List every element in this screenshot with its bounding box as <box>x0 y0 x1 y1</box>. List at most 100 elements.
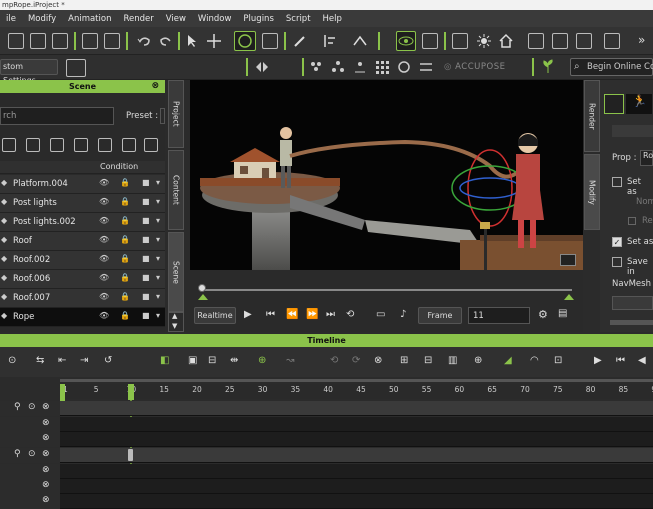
track-header[interactable]: ⚲ ⊙ ⊗ <box>0 401 60 416</box>
lock-icon[interactable]: 🔒 <box>120 178 130 188</box>
track-header[interactable]: ⊗ <box>0 417 60 432</box>
close-icon[interactable]: ⊗ <box>151 80 159 93</box>
timeline-track[interactable] <box>60 448 653 463</box>
motion-icon[interactable]: 🏃 <box>626 94 652 114</box>
row-chevron-icon[interactable]: ▾ <box>156 178 166 188</box>
tl-align-icon[interactable]: ⇆ <box>36 355 44 366</box>
box-icon[interactable]: ■ <box>142 178 152 188</box>
track-header[interactable]: ⊗ <box>0 479 60 494</box>
panel-scrollbar[interactable] <box>610 320 653 325</box>
tab-scene[interactable]: Scene <box>168 232 184 312</box>
next-frame-icon[interactable]: ⏩ <box>306 309 318 320</box>
visibility-eye-icon[interactable]: 👁 <box>99 273 109 283</box>
attach-icon[interactable] <box>422 33 438 49</box>
scene-grid-icon[interactable] <box>26 138 40 152</box>
tab-content[interactable]: Content <box>168 150 184 230</box>
set-as-checkbox[interactable] <box>612 177 622 187</box>
box-icon[interactable]: ■ <box>142 197 152 207</box>
tl-arc-icon[interactable]: ◠ <box>530 355 539 366</box>
box-icon[interactable]: ■ <box>142 216 152 226</box>
accupose-logo[interactable]: ◎ ACCUPOSE <box>444 58 524 76</box>
tl-link-icon[interactable]: ⊟ <box>208 355 216 366</box>
tl-insert-icon[interactable]: ⊞ <box>400 355 408 366</box>
frame-number-input[interactable]: 11 <box>468 307 530 324</box>
viewport-note-icon[interactable] <box>560 254 576 266</box>
time-slider-handle[interactable] <box>198 284 206 292</box>
timeline-hscroll[interactable] <box>60 379 653 382</box>
menu-animation[interactable]: Animation <box>62 14 117 24</box>
loop-icon[interactable]: ⟲ <box>346 309 354 320</box>
tab-modify[interactable]: Modify <box>584 154 600 230</box>
row-chevron-icon[interactable]: ▾ <box>156 273 166 283</box>
visibility-eye-icon[interactable]: 👁 <box>99 178 109 188</box>
row-chevron-icon[interactable]: ▾ <box>156 216 166 226</box>
import-icon[interactable] <box>30 33 46 49</box>
timeline-track[interactable] <box>60 494 653 509</box>
preset-dropdown[interactable] <box>160 108 165 124</box>
navmesh-dropdown[interactable] <box>612 296 653 310</box>
track-close-icon[interactable]: ⊗ <box>42 465 50 475</box>
tl-curve-icon[interactable]: ↝ <box>286 355 294 366</box>
menu-help[interactable]: Help <box>317 14 348 24</box>
undo-icon[interactable] <box>136 33 152 49</box>
visibility-eye-icon[interactable]: 👁 <box>99 235 109 245</box>
scene-view-icon[interactable] <box>74 138 88 152</box>
range-start-marker[interactable] <box>198 294 208 300</box>
crowd-icon[interactable] <box>308 59 324 75</box>
toolbar-overflow-icon[interactable]: » <box>638 33 645 47</box>
home-icon[interactable] <box>498 33 514 49</box>
group-icon[interactable] <box>330 59 346 75</box>
play-icon[interactable]: ▶ <box>244 309 252 320</box>
tl-eye-icon[interactable]: ⊙ <box>8 355 16 366</box>
menu-modify[interactable]: Modify <box>22 14 62 24</box>
track-close-icon[interactable]: ⊗ <box>42 480 50 490</box>
track-visibility-icon[interactable]: ⊙ <box>28 449 36 459</box>
music-note-icon[interactable]: ♪ <box>400 309 406 320</box>
lock-icon[interactable]: 🔒 <box>120 311 130 321</box>
move-icon[interactable] <box>206 33 222 49</box>
lock-icon[interactable]: 🔒 <box>120 254 130 264</box>
scene-hierarchy-icon[interactable] <box>122 138 136 152</box>
visibility-eye-icon[interactable]: 👁 <box>99 311 109 321</box>
track-header[interactable]: ⊗ <box>0 464 60 479</box>
track-header[interactable]: ⊗ <box>0 432 60 447</box>
viewport-layout-icon[interactable] <box>452 33 468 49</box>
scene-filter-icon[interactable] <box>2 138 16 152</box>
menu-render[interactable]: Render <box>117 14 159 24</box>
scene-search-input[interactable]: rch <box>0 107 114 125</box>
scene-row[interactable]: ◆ Platform.004 👁 🔒 ■ ▾ <box>0 175 165 194</box>
scene-text-icon[interactable] <box>144 138 158 152</box>
row-chevron-icon[interactable]: ▾ <box>156 292 166 302</box>
go-start-icon[interactable]: ⏮ <box>266 309 275 320</box>
menu-file[interactable]: ile <box>0 14 22 24</box>
tab-project[interactable]: Project <box>168 80 184 148</box>
timeline-track[interactable] <box>60 479 653 494</box>
usd-export-icon[interactable] <box>52 33 68 49</box>
settings-panel-icon[interactable] <box>552 33 568 49</box>
scale-icon[interactable] <box>262 33 278 49</box>
menu-plugins[interactable]: Plugins <box>237 14 279 24</box>
tl-zoom-icon[interactable]: ⊕ <box>474 355 482 366</box>
path-icon[interactable] <box>352 59 368 75</box>
row-chevron-icon[interactable]: ▾ <box>156 311 166 321</box>
cc-link-icon[interactable] <box>82 33 98 49</box>
track-bone-icon[interactable]: ⚲ <box>14 402 21 412</box>
keyframe-marker[interactable] <box>128 449 133 461</box>
track-bone-icon[interactable]: ⚲ <box>14 449 21 459</box>
scroll-down-icon[interactable]: ▼ <box>172 322 177 330</box>
lock-icon[interactable]: 🔒 <box>120 235 130 245</box>
light-icon[interactable] <box>476 33 492 49</box>
menu-window[interactable]: Window <box>192 14 238 24</box>
scene-group-icon[interactable] <box>50 138 64 152</box>
custom-settings-dropdown[interactable]: stom Settings <box>0 59 58 85</box>
tl-green-key-icon[interactable]: ◧ <box>160 355 169 366</box>
scene-list-icon[interactable] <box>98 138 112 152</box>
comment-icon[interactable]: ▭ <box>376 309 385 320</box>
tl-break-icon[interactable]: ⊗ <box>374 355 382 366</box>
tl-prev-icon[interactable]: ◀ <box>638 355 646 366</box>
tl-clip-icon[interactable]: ▣ <box>188 355 197 366</box>
track-close-icon[interactable]: ⊗ <box>42 449 50 459</box>
scroll-up-icon[interactable]: ▲ <box>172 312 177 320</box>
track-visibility-icon[interactable]: ⊙ <box>28 402 36 412</box>
scene-row[interactable]: ◆ Post lights 👁 🔒 ■ ▾ <box>0 194 165 213</box>
